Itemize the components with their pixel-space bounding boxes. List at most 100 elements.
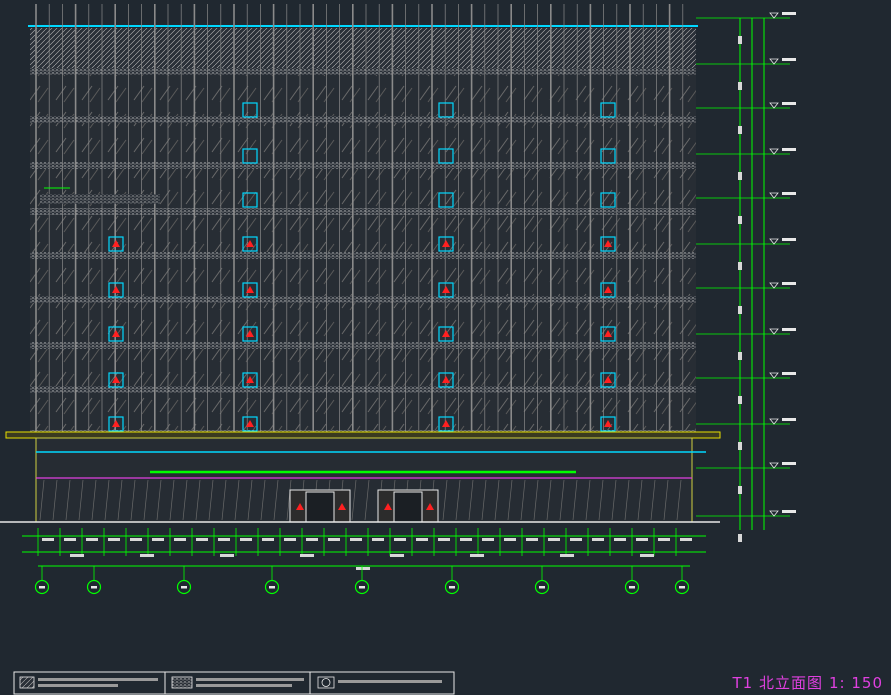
dim-text [636, 538, 648, 541]
level-dim [738, 262, 742, 270]
level-symbol [769, 418, 779, 425]
elevation-drawing [0, 4, 796, 695]
floor-band [30, 342, 696, 349]
legend-item-hatched [19, 676, 158, 689]
dim-text [140, 554, 154, 557]
level-value [782, 462, 796, 465]
dim-text [174, 538, 186, 541]
dim-text [64, 538, 76, 541]
dim-text [526, 538, 538, 541]
floor-band [30, 208, 696, 215]
dim-text [680, 538, 692, 541]
level-value [782, 282, 796, 285]
dim-text [218, 538, 230, 541]
dim-text [560, 554, 574, 557]
dim-text [394, 538, 406, 541]
level-symbol [769, 510, 779, 517]
dim-text [438, 538, 450, 541]
level-dim [738, 396, 742, 404]
level-symbol [769, 12, 779, 19]
axis-number [91, 586, 97, 589]
dim-text [262, 538, 274, 541]
floor-band [30, 252, 696, 259]
entrance-left [289, 489, 351, 523]
dim-text [130, 538, 142, 541]
drawing-title: T1 北立面图 1: 150 [733, 672, 883, 693]
level-symbol [769, 148, 779, 155]
level-symbol [769, 238, 779, 245]
podium-facade [35, 437, 693, 523]
level-value [782, 238, 796, 241]
dim-text [470, 554, 484, 557]
legend-item-circle [317, 676, 442, 689]
tower-facade [28, 4, 698, 437]
level-value [782, 510, 796, 513]
tower-glass [30, 28, 696, 436]
level-column [696, 12, 796, 542]
level-value [782, 372, 796, 375]
level-value [782, 102, 796, 105]
dim-text [328, 538, 340, 541]
level-dim [738, 442, 742, 450]
dim-text [220, 554, 234, 557]
floor-band [30, 386, 696, 393]
dim-text [284, 538, 296, 541]
axis-number [269, 586, 275, 589]
level-dim [738, 352, 742, 360]
dim-text [240, 538, 252, 541]
dim-text [152, 538, 164, 541]
axis-number [39, 586, 45, 589]
level-value [782, 328, 796, 331]
level-value [782, 418, 796, 421]
level-symbol [769, 102, 779, 109]
level-symbol [769, 58, 779, 65]
axis-number [181, 586, 187, 589]
dim-text [548, 538, 560, 541]
dim-text [356, 567, 370, 570]
floor-band [30, 296, 696, 303]
dim-text [70, 554, 84, 557]
dimension-ticks [37, 528, 692, 570]
dim-text [640, 554, 654, 557]
grid-axis-bubbles [34, 566, 690, 595]
dim-text [482, 538, 494, 541]
level-dim [738, 216, 742, 224]
dim-text [196, 538, 208, 541]
dim-text [42, 538, 54, 541]
floor-band [30, 68, 696, 75]
level-symbol [769, 192, 779, 199]
axis-number [359, 586, 365, 589]
dim-text [592, 538, 604, 541]
dim-text [86, 538, 98, 541]
level-dim [738, 306, 742, 314]
drawing-scale: 1: 150 [829, 674, 883, 692]
level-value [782, 148, 796, 151]
dim-text [372, 538, 384, 541]
dim-text [390, 554, 404, 557]
podium-slab [5, 431, 721, 439]
podium [0, 431, 721, 523]
level-dim [738, 486, 742, 494]
axis-number [539, 586, 545, 589]
floor-band [30, 162, 696, 169]
level-dim [738, 172, 742, 180]
dim-text [350, 538, 362, 541]
level-value [782, 192, 796, 195]
level-symbol [769, 462, 779, 469]
level-dim [738, 126, 742, 134]
entrance-right [377, 489, 439, 523]
level-dim [738, 36, 742, 44]
axis-number [449, 586, 455, 589]
level-symbol [769, 328, 779, 335]
parapet-band [30, 28, 696, 68]
level-symbol [769, 282, 779, 289]
level-value [782, 12, 796, 15]
dim-text [614, 538, 626, 541]
dim-text [300, 554, 314, 557]
dim-text [570, 538, 582, 541]
dim-text [306, 538, 318, 541]
dim-text [658, 538, 670, 541]
level-dim [738, 534, 742, 542]
dim-text [460, 538, 472, 541]
level-value [782, 58, 796, 61]
